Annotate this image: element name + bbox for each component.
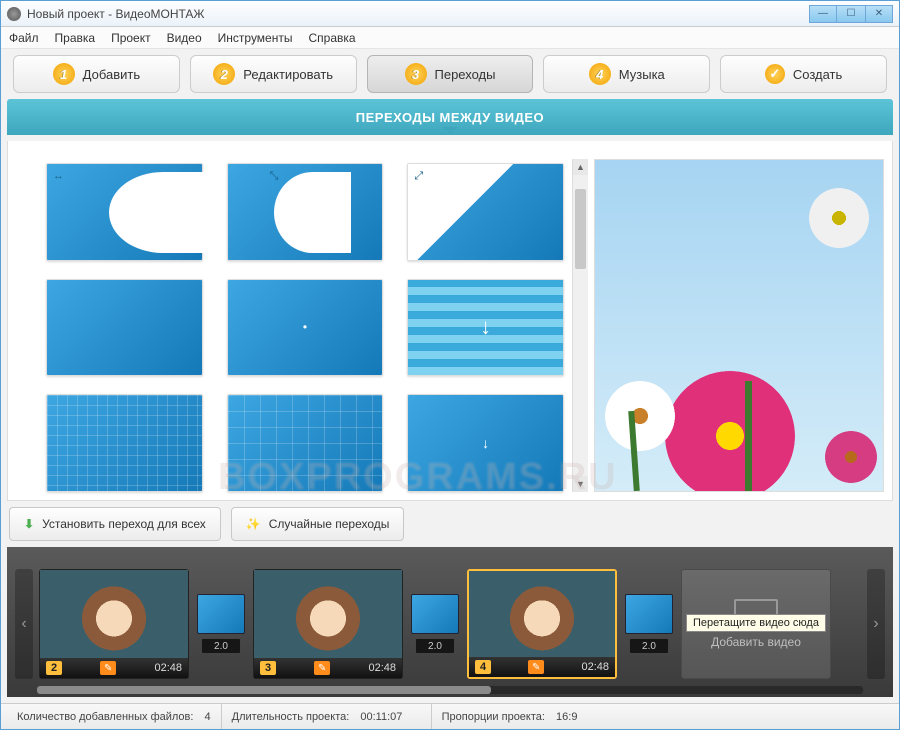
- timeline-items: 2✎02:48 2.0 3✎02:48 2.0 4✎02:48 2.0 Пере…: [39, 569, 861, 679]
- menubar: Файл Правка Проект Видео Инструменты Спр…: [1, 27, 899, 49]
- timeline-clip[interactable]: 4✎02:48: [467, 569, 617, 679]
- content: 1Добавить 2Редактировать 3Переходы 4Музы…: [1, 49, 899, 703]
- timeline-prev[interactable]: ‹: [15, 569, 33, 679]
- wand-icon: ✨: [246, 517, 261, 531]
- edit-icon[interactable]: ✎: [314, 661, 330, 675]
- menu-edit[interactable]: Правка: [55, 31, 96, 45]
- transition-thumb[interactable]: [227, 394, 384, 492]
- status-length: Длительность проекта: 00:11:07: [222, 704, 432, 729]
- tab-add[interactable]: 1Добавить: [13, 55, 180, 93]
- apply-all-button[interactable]: ⬇Установить переход для всех: [9, 507, 221, 541]
- transition-thumb[interactable]: [46, 394, 203, 492]
- preview-image: [595, 160, 883, 491]
- scroll-up-icon[interactable]: ▲: [573, 159, 588, 175]
- main-row: ↔ ⤡ ⤢ • ↓ ↓ ▲ ▼: [7, 141, 893, 501]
- menu-help[interactable]: Справка: [308, 31, 355, 45]
- tab-create[interactable]: ✓Создать: [720, 55, 887, 93]
- transition-thumb[interactable]: ⤡: [227, 163, 384, 261]
- transition-thumb[interactable]: ↓: [407, 394, 564, 492]
- action-buttons: ⬇Установить переход для всех ✨Случайные …: [7, 507, 893, 541]
- tab-transitions[interactable]: 3Переходы: [367, 55, 534, 93]
- transition-thumb[interactable]: ↔: [46, 163, 203, 261]
- scroll-down-icon[interactable]: ▼: [573, 476, 588, 492]
- clip-thumbnail: [254, 570, 402, 658]
- clip-thumbnail: [469, 571, 615, 657]
- tab-music[interactable]: 4Музыка: [543, 55, 710, 93]
- section-banner: ПЕРЕХОДЫ МЕЖДУ ВИДЕО: [7, 99, 893, 135]
- drop-tooltip: Перетащите видео сюда: [686, 614, 826, 632]
- transition-thumb[interactable]: •: [227, 279, 384, 377]
- transitions-gallery-wrap: ↔ ⤡ ⤢ • ↓ ↓ ▲ ▼: [16, 159, 588, 492]
- timeline-clip[interactable]: 2✎02:48: [39, 569, 189, 679]
- titlebar: Новый проект - ВидеоМОНТАЖ — ☐ ✕: [1, 1, 899, 27]
- scroll-thumb[interactable]: [575, 189, 586, 269]
- menu-project[interactable]: Проект: [111, 31, 151, 45]
- menu-tools[interactable]: Инструменты: [218, 31, 293, 45]
- menu-file[interactable]: Файл: [9, 31, 39, 45]
- timeline-clip[interactable]: 3✎02:48: [253, 569, 403, 679]
- edit-icon[interactable]: ✎: [100, 661, 116, 675]
- timeline-scrollbar[interactable]: [37, 686, 863, 694]
- edit-icon[interactable]: ✎: [528, 660, 544, 674]
- timeline-transition[interactable]: 2.0: [623, 594, 675, 654]
- timeline: ‹ 2✎02:48 2.0 3✎02:48 2.0 4✎02:48 2.0: [7, 547, 893, 697]
- download-icon: ⬇: [24, 517, 34, 531]
- transition-thumb[interactable]: ⤢: [407, 163, 564, 261]
- status-ratio: Пропорции проекта: 16:9: [432, 704, 893, 729]
- close-button[interactable]: ✕: [865, 5, 893, 23]
- status-files: Количество добавленных файлов: 4: [7, 704, 222, 729]
- gallery-scrollbar[interactable]: ▲ ▼: [572, 159, 588, 492]
- check-icon: ✓: [765, 64, 785, 84]
- transitions-gallery: ↔ ⤡ ⤢ • ↓ ↓: [16, 159, 572, 492]
- window-title: Новый проект - ВидеоМОНТАЖ: [27, 7, 809, 21]
- app-icon: [7, 7, 21, 21]
- transition-thumb[interactable]: ↓: [407, 279, 564, 377]
- app-window: Новый проект - ВидеоМОНТАЖ — ☐ ✕ Файл Пр…: [0, 0, 900, 730]
- timeline-scroll-thumb[interactable]: [37, 686, 491, 694]
- random-button[interactable]: ✨Случайные переходы: [231, 507, 405, 541]
- clip-thumbnail: [40, 570, 188, 658]
- preview-panel: [594, 159, 884, 492]
- add-video-slot[interactable]: Перетащите видео сюда Добавить видео: [681, 569, 831, 679]
- transition-thumb[interactable]: [46, 279, 203, 377]
- maximize-button[interactable]: ☐: [837, 5, 865, 23]
- menu-video[interactable]: Видео: [167, 31, 202, 45]
- timeline-transition[interactable]: 2.0: [195, 594, 247, 654]
- statusbar: Количество добавленных файлов: 4 Длитель…: [1, 703, 899, 729]
- timeline-transition[interactable]: 2.0: [409, 594, 461, 654]
- timeline-next[interactable]: ›: [867, 569, 885, 679]
- tab-edit[interactable]: 2Редактировать: [190, 55, 357, 93]
- minimize-button[interactable]: —: [809, 5, 837, 23]
- step-tabs: 1Добавить 2Редактировать 3Переходы 4Музы…: [7, 55, 893, 93]
